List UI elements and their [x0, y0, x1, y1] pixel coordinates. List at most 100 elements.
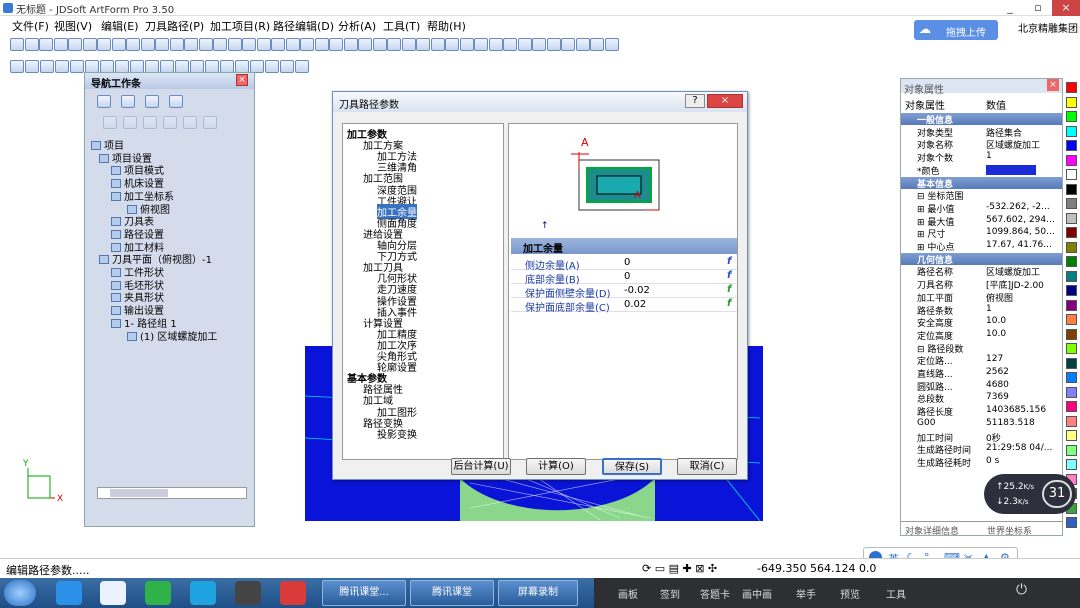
color-swatch[interactable]	[1066, 444, 1077, 456]
toolbar-button-icon[interactable]	[126, 38, 140, 51]
menu-item[interactable]: 视图(V)	[54, 18, 92, 34]
class-tool-button[interactable]: 答题卡	[700, 586, 730, 601]
toolbar-button-icon[interactable]	[39, 38, 53, 51]
toolbar-button-icon[interactable]	[459, 38, 474, 51]
param-value-input[interactable]: 0	[624, 257, 630, 268]
color-swatch[interactable]	[1066, 227, 1077, 238]
toolbar-button-icon[interactable]	[343, 38, 358, 51]
toolbar-button-icon[interactable]	[227, 38, 242, 51]
toolbar-button-icon[interactable]	[70, 60, 84, 73]
color-swatch[interactable]	[1066, 430, 1077, 441]
color-swatch[interactable]	[1066, 314, 1077, 325]
toolbar-button-icon[interactable]	[97, 38, 111, 51]
color-swatch[interactable]	[1066, 125, 1077, 137]
param-value-input[interactable]: 0	[624, 271, 630, 282]
help-button[interactable]: ?	[685, 94, 705, 108]
color-swatch[interactable]	[1066, 140, 1077, 151]
toolbar-button-icon[interactable]	[503, 38, 517, 51]
tab-object-detail[interactable]: 对象详细信息	[905, 524, 959, 537]
color-swatch[interactable]	[1066, 386, 1077, 398]
task-tencent-2[interactable]: 腾讯课堂	[410, 580, 494, 606]
class-tool-button[interactable]: 举手	[796, 586, 816, 601]
color-swatch[interactable]	[1066, 372, 1077, 383]
menu-item[interactable]: 刀具路径(P)	[145, 18, 204, 34]
nav-scrollbar[interactable]	[97, 487, 247, 499]
formula-icon[interactable]: f	[727, 270, 731, 281]
calc-button[interactable]: 计算(O)	[526, 458, 586, 475]
tab-world-coords[interactable]: 世界坐标系	[987, 524, 1032, 537]
toolbar-button-icon[interactable]	[416, 38, 430, 51]
toolbar-button-icon[interactable]	[329, 38, 343, 51]
class-tool-button[interactable]: 签到	[660, 586, 680, 601]
color-swatch[interactable]	[1066, 82, 1077, 93]
color-swatch[interactable]	[1066, 357, 1077, 369]
toolbar-button-icon[interactable]	[55, 60, 69, 73]
toolbar-button-icon[interactable]	[430, 38, 445, 51]
toolbar-button-icon[interactable]	[372, 38, 387, 51]
toolbar-button-icon[interactable]	[575, 38, 590, 51]
toolbar-button-icon[interactable]	[68, 38, 82, 51]
toolbar-button-icon[interactable]	[10, 60, 24, 73]
scrollbar-thumb[interactable]	[110, 489, 168, 497]
toolbar-button-icon[interactable]	[285, 38, 300, 51]
toolbar-button-icon[interactable]	[474, 38, 488, 51]
video-editor-icon[interactable]	[235, 581, 261, 605]
toolbar-button-icon[interactable]	[295, 60, 309, 73]
tree-node[interactable]: (1) 区域螺旋加工	[127, 328, 217, 343]
nav-close-button[interactable]: ×	[236, 74, 248, 86]
param-value-input[interactable]: 0.02	[624, 299, 646, 310]
toolbar-button-icon[interactable]	[401, 38, 416, 51]
tool-icon[interactable]	[163, 116, 177, 129]
toolbar-button-icon[interactable]	[387, 38, 401, 51]
toolbar-button-icon[interactable]	[604, 38, 619, 51]
color-swatch[interactable]	[1066, 241, 1077, 253]
toolbar-button-icon[interactable]	[10, 38, 24, 51]
toolbar-button-icon[interactable]	[561, 38, 575, 51]
tool-icon[interactable]	[121, 95, 135, 108]
baidu-pan-icon[interactable]	[100, 581, 126, 605]
color-swatch[interactable]	[1066, 459, 1077, 470]
close-button[interactable]: ×	[1052, 0, 1080, 16]
color-swatch[interactable]	[1066, 154, 1077, 166]
menu-item[interactable]: 加工项目(R)	[210, 18, 270, 34]
color-swatch[interactable]	[1066, 96, 1077, 108]
save-button[interactable]: 保存(S)	[602, 458, 662, 475]
param-row[interactable]: 底部余量(B) 0 f	[511, 270, 737, 286]
color-swatch[interactable]	[1066, 198, 1077, 209]
toolbar-button-icon[interactable]	[24, 38, 39, 51]
toolbar-button-icon[interactable]	[265, 60, 279, 73]
task-screen-record[interactable]: 屏幕录制	[498, 580, 578, 606]
tool-icon[interactable]	[145, 95, 159, 108]
toolbar-button-icon[interactable]	[445, 38, 459, 51]
dialog-close-button[interactable]: ×	[707, 94, 743, 108]
media-player-icon[interactable]	[145, 581, 171, 605]
color-swatch[interactable]	[1066, 285, 1077, 296]
tool-icon[interactable]	[143, 116, 157, 129]
jdsoft-icon[interactable]	[280, 581, 306, 605]
toolbar-button-icon[interactable]	[300, 38, 314, 51]
toolbar-button-icon[interactable]	[546, 38, 561, 51]
power-icon[interactable]: ⏻	[1016, 582, 1027, 598]
color-swatch[interactable]	[1066, 299, 1077, 311]
toolbar-button-icon[interactable]	[358, 38, 372, 51]
toolbar-button-icon[interactable]	[517, 38, 532, 51]
toolbar-button-icon[interactable]	[314, 38, 329, 51]
toolbar-button-icon[interactable]	[532, 38, 546, 51]
tool-icon[interactable]	[103, 116, 117, 129]
tool-icon[interactable]	[97, 95, 111, 108]
toolbar-button-icon[interactable]	[25, 60, 39, 73]
toolbar-button-icon[interactable]	[169, 38, 184, 51]
toolbar-button-icon[interactable]	[280, 60, 294, 73]
toolbar-button-icon[interactable]	[140, 38, 155, 51]
color-swatch[interactable]	[1066, 401, 1077, 412]
param-row[interactable]: 保护面侧壁余量(D) -0.02 f	[511, 284, 737, 300]
toolbar-button-icon[interactable]	[155, 38, 169, 51]
class-tool-button[interactable]: 工具	[886, 586, 906, 601]
param-value-input[interactable]: -0.02	[624, 285, 650, 296]
param-row[interactable]: 侧边余量(A) 0 f	[511, 256, 737, 272]
toolbar-button-icon[interactable]	[213, 38, 227, 51]
start-button[interactable]	[4, 580, 36, 606]
toolbar-button-icon[interactable]	[256, 38, 271, 51]
menu-item[interactable]: 帮助(H)	[427, 18, 466, 34]
class-tool-button[interactable]: 画板	[618, 586, 638, 601]
